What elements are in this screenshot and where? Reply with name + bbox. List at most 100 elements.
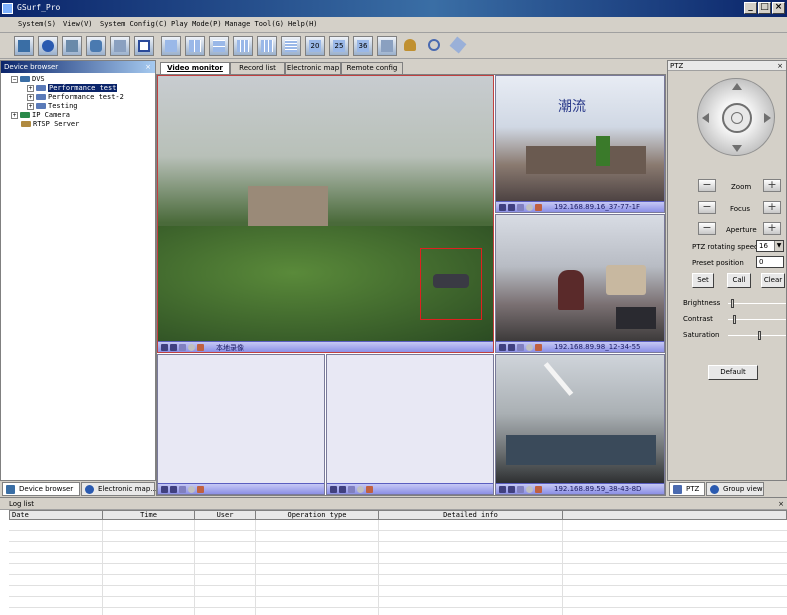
close-stream-icon[interactable] xyxy=(535,204,542,211)
video-cell-cam2[interactable]: 192.168.89.98_12-34-55 xyxy=(495,214,665,353)
default-button[interactable]: Default xyxy=(708,365,758,380)
playback-button[interactable] xyxy=(110,36,130,56)
preset-call-button[interactable]: Call xyxy=(727,273,751,288)
ptz-close-button[interactable]: × xyxy=(777,61,783,71)
layout-25-button[interactable]: 25 xyxy=(329,36,349,56)
preset-clear-button[interactable]: Clear xyxy=(761,273,785,288)
tab-video-monitor[interactable]: Video monitor xyxy=(160,62,230,74)
close-stream-icon[interactable] xyxy=(535,486,542,493)
record-icon[interactable] xyxy=(348,486,355,493)
video-cell-cam1[interactable]: 潮流 192.168.89.16_37-77-1F xyxy=(495,75,665,213)
tree-node-performance-test[interactable]: + Performance test xyxy=(27,84,118,92)
tree-node-performance-test-2[interactable]: + Performance test-2 xyxy=(27,93,124,101)
snapshot-icon[interactable] xyxy=(526,344,533,351)
tree-node-rtsp-server[interactable]: RTSP Server xyxy=(21,120,79,128)
sequence-button[interactable] xyxy=(377,36,397,56)
contrast-slider-thumb[interactable] xyxy=(733,315,737,324)
talk-icon[interactable] xyxy=(508,344,515,351)
col-time[interactable]: Time xyxy=(103,511,195,520)
zoom-in-button[interactable]: + xyxy=(763,179,781,192)
menu-system[interactable]: System(S) xyxy=(18,20,56,28)
tree-node-dvs[interactable]: − DVS xyxy=(11,75,45,83)
arrow-down-icon[interactable] xyxy=(732,145,742,152)
video-cell-empty-1[interactable] xyxy=(157,354,325,495)
record-icon[interactable] xyxy=(517,204,524,211)
tab-device-browser[interactable]: Device browser xyxy=(2,482,80,496)
close-stream-icon[interactable] xyxy=(535,344,542,351)
menu-play-mode[interactable]: Play Mode(P) xyxy=(171,20,222,28)
aperture-minus-button[interactable]: − xyxy=(698,222,716,235)
menu-manage-tool[interactable]: Manage Tool(G) xyxy=(225,20,284,28)
maximize-button[interactable]: □ xyxy=(758,2,771,14)
close-button[interactable]: × xyxy=(772,2,785,14)
snapshot-button[interactable] xyxy=(86,36,106,56)
rotating-speed-select[interactable]: 16 ▼ xyxy=(756,240,784,252)
connect-button[interactable] xyxy=(38,36,58,56)
minimize-button[interactable]: _ xyxy=(744,2,757,14)
eraser-button[interactable] xyxy=(449,36,469,56)
saturation-slider-thumb[interactable] xyxy=(757,331,761,340)
person-button[interactable] xyxy=(401,36,421,56)
brightness-slider[interactable] xyxy=(728,303,786,304)
expand-icon[interactable]: + xyxy=(27,84,34,92)
col-detailed-info[interactable]: Detailed info xyxy=(379,511,563,520)
audio-icon[interactable] xyxy=(161,344,168,351)
video-cell-main[interactable]: 本地录像 xyxy=(157,75,494,353)
layout-full-button[interactable] xyxy=(161,36,181,56)
device-browser-close-button[interactable]: × xyxy=(145,61,151,73)
snapshot-icon[interactable] xyxy=(188,344,195,351)
snapshot-icon[interactable] xyxy=(526,204,533,211)
tab-ptz[interactable]: PTZ xyxy=(669,482,705,496)
layout-9-button[interactable] xyxy=(257,36,277,56)
audio-icon[interactable] xyxy=(161,486,168,493)
zoom-out-button[interactable]: − xyxy=(698,179,716,192)
tab-remote-config[interactable]: Remote config xyxy=(341,62,403,74)
col-date[interactable]: Date xyxy=(10,511,103,520)
audio-icon[interactable] xyxy=(499,204,506,211)
layout-1-button[interactable] xyxy=(134,36,154,56)
log-list-close-button[interactable]: × xyxy=(778,498,784,510)
tab-group-view[interactable]: Group view xyxy=(706,482,764,496)
expand-icon[interactable]: + xyxy=(11,111,18,119)
audio-icon[interactable] xyxy=(499,344,506,351)
layout-16-button[interactable] xyxy=(281,36,301,56)
zoom-search-button[interactable] xyxy=(425,36,445,56)
close-stream-icon[interactable] xyxy=(366,486,373,493)
record-icon[interactable] xyxy=(179,486,186,493)
talk-icon[interactable] xyxy=(508,204,515,211)
talk-icon[interactable] xyxy=(339,486,346,493)
layout-8-button[interactable] xyxy=(233,36,253,56)
talk-icon[interactable] xyxy=(170,344,177,351)
record-button[interactable] xyxy=(62,36,82,56)
snapshot-icon[interactable] xyxy=(357,486,364,493)
talk-icon[interactable] xyxy=(170,486,177,493)
tab-record-list[interactable]: Record list xyxy=(230,62,285,74)
aperture-plus-button[interactable]: + xyxy=(763,222,781,235)
arrow-left-icon[interactable] xyxy=(702,113,709,123)
arrow-right-icon[interactable] xyxy=(764,113,771,123)
layout-6-button[interactable] xyxy=(209,36,229,56)
preset-position-input[interactable]: 0 xyxy=(756,256,784,268)
layout-4-button[interactable] xyxy=(185,36,205,56)
layout-36-button[interactable]: 36 xyxy=(353,36,373,56)
video-cell-cam3[interactable]: 192.168.89.59_38-43-8D xyxy=(495,354,665,495)
expand-icon[interactable]: + xyxy=(27,102,34,110)
menu-help[interactable]: Help(H) xyxy=(288,20,318,28)
talk-icon[interactable] xyxy=(508,486,515,493)
snapshot-icon[interactable] xyxy=(188,486,195,493)
col-user[interactable]: User xyxy=(195,511,256,520)
focus-minus-button[interactable]: − xyxy=(698,201,716,214)
col-operation-type[interactable]: Operation type xyxy=(256,511,379,520)
menu-view[interactable]: View(V) xyxy=(63,20,93,28)
snapshot-icon[interactable] xyxy=(526,486,533,493)
record-icon[interactable] xyxy=(517,344,524,351)
menu-system-config[interactable]: System Config(C) xyxy=(100,20,167,28)
arrow-up-icon[interactable] xyxy=(732,83,742,90)
focus-plus-button[interactable]: + xyxy=(763,201,781,214)
tree-node-testing[interactable]: + Testing xyxy=(27,102,78,110)
device-tree-button[interactable] xyxy=(14,36,34,56)
contrast-slider[interactable] xyxy=(728,319,786,320)
chevron-down-icon[interactable]: ▼ xyxy=(774,241,783,251)
tree-node-ip-camera[interactable]: + IP Camera xyxy=(11,111,70,119)
record-icon[interactable] xyxy=(517,486,524,493)
